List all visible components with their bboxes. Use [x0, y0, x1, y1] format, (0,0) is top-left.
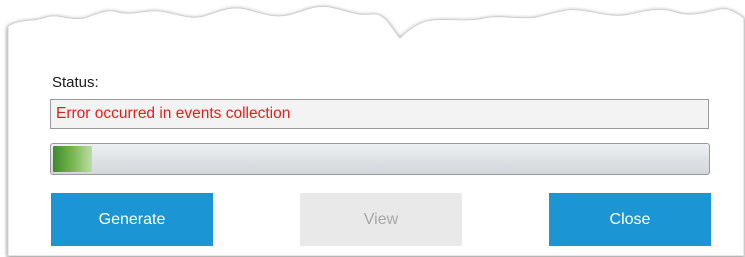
view-button[interactable]: View	[300, 193, 462, 246]
generate-button[interactable]: Generate	[51, 193, 213, 246]
status-message-field: Error occurred in events collection	[50, 99, 709, 129]
progress-bar	[50, 143, 710, 175]
dialog-window: Status: Error occurred in events collect…	[0, 0, 745, 257]
close-button[interactable]: Close	[549, 193, 711, 246]
status-label: Status:	[52, 74, 99, 91]
status-message-text: Error occurred in events collection	[56, 105, 291, 122]
progress-bar-fill	[53, 146, 92, 172]
